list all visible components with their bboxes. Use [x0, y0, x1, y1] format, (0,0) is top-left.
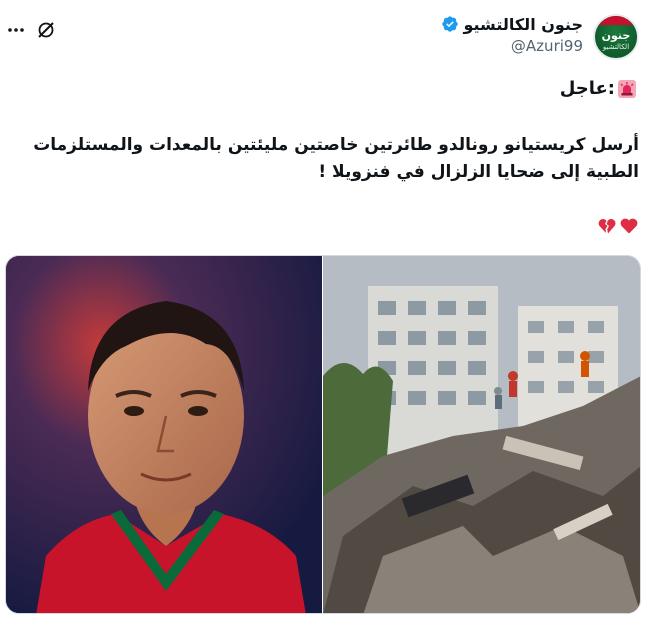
grok-icon[interactable] [36, 20, 56, 40]
tweet-header: جنون الكالتشيو جنون الكالتشيو @Azuri99 [0, 10, 647, 66]
display-name-row[interactable]: جنون الكالتشيو [441, 13, 583, 35]
urgent-label: عاجل: [559, 78, 615, 99]
siren-icon [618, 79, 636, 98]
avatar-logo-text: جنون [601, 29, 631, 42]
author-handle[interactable]: @Azuri99 [441, 37, 583, 55]
urgent-line: عاجل: [560, 78, 637, 99]
emoji-row [597, 216, 639, 236]
tweet-body: أرسل كريستيانو رونالدو طائرتين خاصتين مل… [33, 135, 639, 182]
red-heart-icon [620, 218, 638, 234]
broken-heart-icon [598, 218, 616, 234]
avatar[interactable]: جنون الكالتشيو [593, 14, 639, 60]
tweet-media-grid[interactable] [5, 255, 641, 614]
avatar-logo-subtext: الكالتشيو [602, 43, 630, 51]
player-portrait-photo[interactable] [6, 256, 322, 613]
display-name[interactable]: جنون الكالتشيو [463, 15, 583, 34]
verified-badge-icon [442, 16, 459, 32]
more-options-icon[interactable] [6, 20, 26, 40]
author-names: جنون الكالتشيو @Azuri99 [441, 13, 583, 55]
collapsed-building-photo[interactable] [323, 256, 640, 613]
